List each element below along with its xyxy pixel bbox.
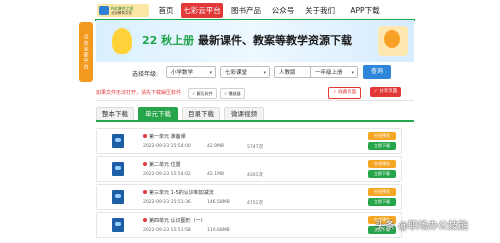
chevron-down-icon: ▾ — [263, 70, 266, 76]
unzip-software-button[interactable]: ✓ 解压软件 — [188, 88, 217, 99]
share-page-button[interactable]: ✓ 分享页面 — [370, 87, 402, 97]
download-button[interactable]: 立即下载 — [368, 142, 396, 150]
nav-books[interactable]: 图书产品 — [228, 3, 264, 18]
file-row: 第四单元 认识图形（一） 2022-09-23 15:51:58 110.68M… — [96, 212, 402, 238]
file-date: 2022-09-23 15:54:02 — [143, 172, 191, 177]
grade-select[interactable]: 一年级上册 ▾ — [310, 66, 358, 78]
file-cloud-icon — [112, 190, 124, 204]
nav-qicai-platform[interactable]: 七彩云平台 — [181, 3, 223, 18]
file-title[interactable]: 第三单元 1-5的认识和加减法 — [143, 189, 214, 196]
bullet-icon — [143, 190, 147, 194]
favorite-page-button[interactable]: ✓ 收藏页面 — [328, 87, 362, 99]
logo-mark-icon — [99, 6, 109, 15]
lightbulb-icon — [112, 28, 132, 54]
subject-select-value: 小学数学 — [171, 70, 194, 76]
file-size: 110.68MB — [207, 228, 230, 233]
file-row: 第一单元 准备课 2022-09-23 15:54:00 42.9MB 5747… — [96, 128, 402, 154]
file-size: 42.1MB — [207, 172, 224, 177]
nav-app-download[interactable]: APP下载 — [345, 3, 385, 18]
download-button[interactable]: 立即下载 — [368, 198, 396, 206]
preview-button[interactable]: 在线预览 — [368, 132, 396, 140]
tab-unit[interactable]: 单元下载 — [138, 107, 178, 120]
nav-home[interactable]: 首页 — [155, 3, 177, 18]
file-title-text: 第一单元 准备课 — [149, 134, 186, 140]
bullet-icon — [143, 218, 147, 222]
tab-whole-book[interactable]: 整本下载 — [96, 107, 134, 120]
file-size: 146.58MB — [207, 200, 230, 205]
hero-banner: 22 秋上册 最新课件、教案等教学资源下载 — [96, 20, 414, 62]
file-title-text: 第三单元 1-5的认识和加减法 — [149, 190, 214, 196]
series-select[interactable]: 七彩课堂 ▾ — [220, 66, 270, 78]
bullet-icon — [143, 162, 147, 166]
preview-button[interactable]: 在线预览 — [368, 188, 396, 196]
player-button[interactable]: ✓ 播放器 — [220, 88, 245, 99]
grade-selector-label: 选择年级: — [132, 71, 159, 78]
file-downloads: 4301次 — [247, 173, 263, 178]
file-cloud-icon — [112, 162, 124, 176]
toutiao-watermark: 头条 @职场办公技能 — [375, 221, 469, 232]
top-nav: Ppt课件之家 北京教育文化 首页 七彩云平台 图书产品 公众号 关于我们 AP… — [95, 3, 415, 21]
file-date: 2022-09-23 15:54:00 — [143, 144, 191, 149]
download-tabs: 整本下载 单元下载 目录下载 微课视频 — [96, 106, 414, 122]
nav-official-account[interactable]: 公众号 — [270, 3, 296, 18]
file-title[interactable]: 第二单元 位置 — [143, 161, 181, 168]
file-cloud-icon — [112, 134, 124, 148]
grade-select-value: 一年级上册 — [315, 70, 343, 76]
nav-about[interactable]: 关于我们 — [302, 3, 338, 18]
chevron-down-icon: ▾ — [351, 70, 354, 76]
file-title[interactable]: 第一单元 准备课 — [143, 133, 186, 140]
hint-row: 如果文件无法打开，请先下载解压软件 ✓ 解压软件 ✓ 播放器 ✓ 收藏页面 ✓ … — [96, 86, 414, 101]
books-illustration-icon — [378, 26, 408, 56]
file-size: 42.9MB — [207, 144, 224, 149]
subject-select[interactable]: 小学数学 ▾ — [166, 66, 216, 78]
grade-selector: 选择年级: 小学数学 ▾ 七彩课堂 ▾ 人教版 ▾ 一年级上册 ▾ 查询 — [96, 64, 414, 82]
bullet-icon — [143, 134, 147, 138]
file-date: 2022-09-23 15:51:58 — [143, 228, 191, 233]
banner-grade-tag: 22 秋上册 — [142, 34, 195, 47]
file-row: 第二单元 位置 2022-09-23 15:54:02 42.1MB 4301次… — [96, 156, 402, 182]
file-list: 第一单元 准备课 2022-09-23 15:54:00 42.9MB 5747… — [96, 124, 414, 243]
banner-title: 22 秋上册 最新课件、教案等教学资源下载 — [142, 32, 352, 48]
query-button[interactable]: 查询 — [363, 65, 391, 79]
preview-button[interactable]: 在线预览 — [368, 160, 396, 168]
file-cloud-icon — [112, 218, 124, 232]
side-badge-label: 点击全部平台 — [82, 34, 89, 70]
file-title-text: 第四单元 认识图形（一） — [149, 218, 206, 224]
logo-line2: 北京教育文化 — [111, 11, 132, 15]
download-button[interactable]: 立即下载 — [368, 170, 396, 178]
series-select-value: 七彩课堂 — [225, 70, 248, 76]
edition-select-value: 人教版 — [279, 70, 296, 76]
chevron-down-icon: ▾ — [209, 70, 212, 76]
file-title-text: 第二单元 位置 — [149, 162, 181, 168]
unzip-hint-text: 如果文件无法打开，请先下载解压软件 — [96, 90, 182, 96]
side-platform-badge[interactable]: 点击全部平台 — [79, 22, 93, 82]
file-title[interactable]: 第四单元 认识图形（一） — [143, 217, 206, 224]
tab-catalog[interactable]: 目录下载 — [182, 107, 220, 120]
site-logo[interactable]: Ppt课件之家 北京教育文化 — [97, 4, 149, 17]
page: 点击全部平台 Ppt课件之家 北京教育文化 首页 七彩云平台 图书产品 公众号 … — [0, 0, 500, 243]
tab-micro-video[interactable]: 微课视频 — [224, 107, 264, 120]
file-downloads: 4751次 — [247, 201, 263, 206]
banner-headline: 最新课件、教案等教学资源下载 — [197, 34, 352, 47]
file-date: 2022-09-23 15:51:36 — [143, 200, 191, 205]
file-row: 第三单元 1-5的认识和加减法 2022-09-23 15:51:36 146.… — [96, 184, 402, 210]
file-downloads: 5747次 — [247, 145, 263, 150]
